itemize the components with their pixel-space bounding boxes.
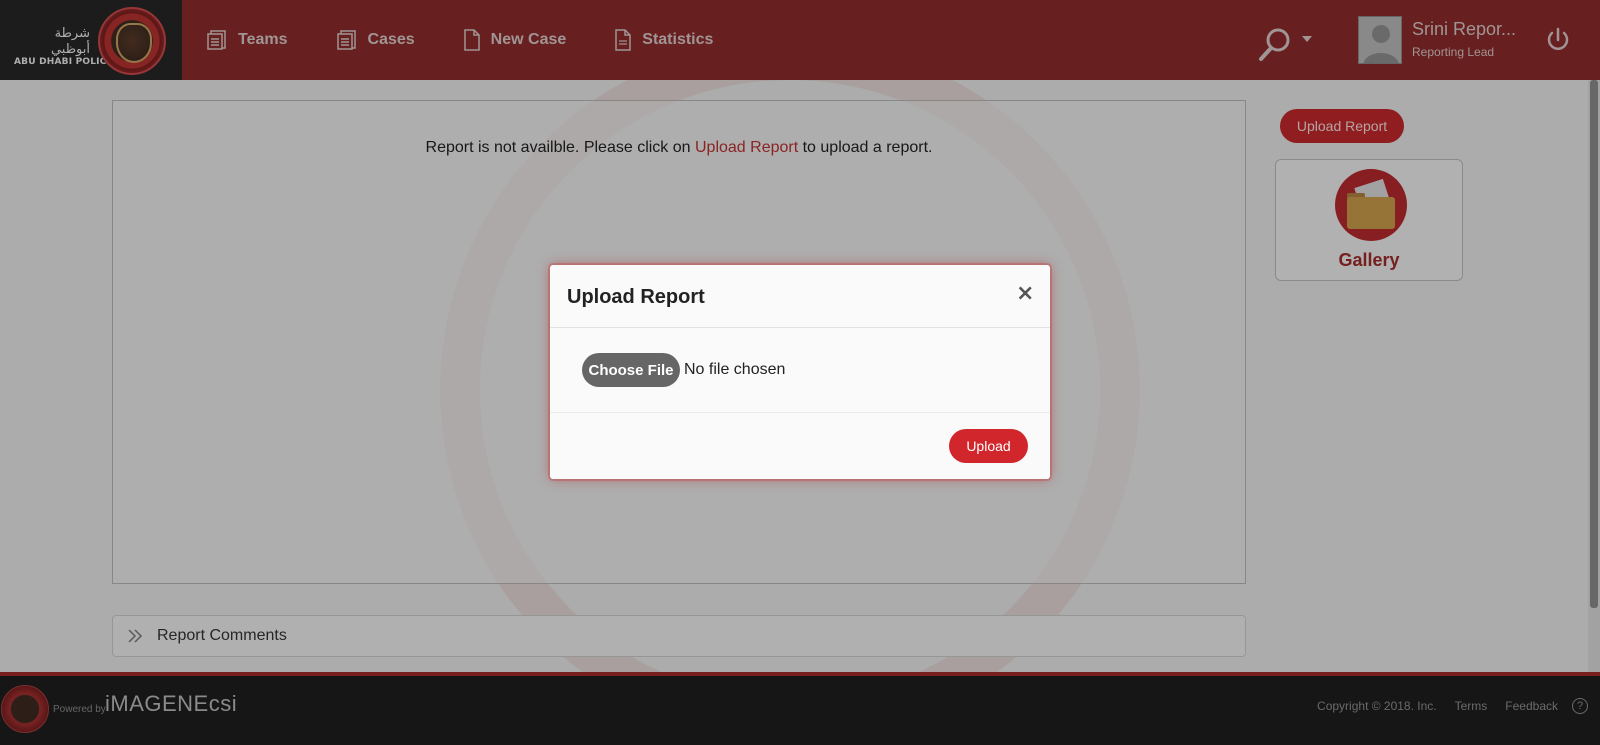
close-icon[interactable]: × (1016, 281, 1034, 306)
modal-title: Upload Report (567, 286, 705, 308)
upload-button[interactable]: Upload (949, 429, 1028, 463)
modal-divider (550, 412, 1050, 413)
choose-file-button[interactable]: Choose File (582, 353, 680, 387)
modal-divider (550, 327, 1050, 328)
file-status-text: No file chosen (684, 361, 786, 378)
upload-report-modal: Upload Report × Choose File No file chos… (550, 265, 1050, 479)
